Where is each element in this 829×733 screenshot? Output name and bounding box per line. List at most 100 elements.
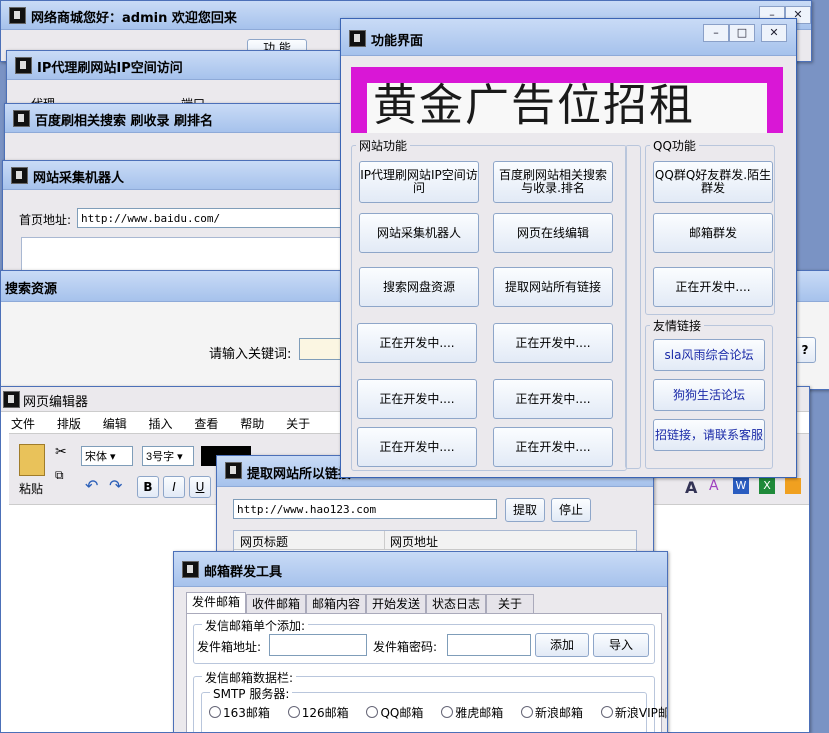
window-title: 功能界面 <box>371 34 424 49</box>
excel-icon[interactable]: X <box>759 478 775 494</box>
url-input[interactable]: http://www.hao123.com <box>233 499 497 519</box>
cut-icon[interactable]: ✂ <box>55 444 67 460</box>
window-func: 功能界面 – □ ✕ 黄金广告位招租 网站功能 IP代理刷网站IP空间访问 百度… <box>340 18 797 478</box>
tab-log[interactable]: 状态日志 <box>426 594 486 614</box>
smtp-option-sina-vip[interactable]: 新浪VIP邮箱 <box>600 706 667 720</box>
link-dog-forum[interactable]: 狗狗生活论坛 <box>653 379 765 411</box>
tab-start[interactable]: 开始发送 <box>366 594 426 614</box>
btn-dev-4[interactable]: 正在开发中.... <box>493 379 613 419</box>
bold-button[interactable]: B <box>137 476 159 498</box>
btn-dev-5[interactable]: 正在开发中.... <box>357 427 477 467</box>
btn-web-editor[interactable]: 网页在线编辑 <box>493 213 613 253</box>
minimize-button[interactable]: – <box>703 24 729 42</box>
smtp-group-title: SMTP 服务器: <box>210 685 293 702</box>
window-title: 网络商城您好：admin 欢迎您回来 <box>31 11 237 26</box>
copy-icon[interactable]: ⧉ <box>55 468 64 483</box>
italic-button[interactable]: I <box>163 476 185 498</box>
smtp-option-yahoo[interactable]: 雅虎邮箱 <box>441 706 503 720</box>
sender-password-input[interactable] <box>447 634 531 656</box>
window-title: 搜索资源 <box>5 282 58 297</box>
tab-receiver[interactable]: 收件邮箱 <box>246 594 306 614</box>
import-button[interactable]: 导入 <box>593 633 649 657</box>
underline-button[interactable]: U <box>189 476 211 498</box>
menu-help[interactable]: 帮助 <box>240 417 264 431</box>
smtp-option-163[interactable]: 163邮箱 <box>209 706 270 720</box>
column-url[interactable]: 网页地址 <box>390 533 438 550</box>
app-icon <box>9 7 26 24</box>
single-add-title: 发信邮箱单个添加: <box>202 617 309 634</box>
maximize-button[interactable]: □ <box>729 24 755 42</box>
qq-function-title: QQ功能 <box>650 137 699 154</box>
home-url-label: 首页地址: <box>19 213 72 227</box>
window-title: 网站采集机器人 <box>33 171 125 186</box>
paste-label: 粘贴 <box>19 482 44 496</box>
menu-format[interactable]: 排版 <box>57 417 81 431</box>
btn-dev-2[interactable]: 正在开发中.... <box>493 323 613 363</box>
tab-panel: 发信邮箱单个添加: 发件箱地址: 发件箱密码: 添加 导入 发信邮箱数据栏: S… <box>186 613 667 732</box>
menu-view[interactable]: 查看 <box>194 417 218 431</box>
stop-button[interactable]: 停止 <box>551 498 591 522</box>
tab-about[interactable]: 关于 <box>486 594 534 614</box>
btn-netdisk-search[interactable]: 搜索网盘资源 <box>359 267 479 307</box>
menu-file[interactable]: 文件 <box>11 417 35 431</box>
titlebar[interactable]: 网站采集机器人 <box>3 161 348 190</box>
art-icon[interactable]: A <box>709 478 719 494</box>
site-function-title: 网站功能 <box>356 137 411 154</box>
btn-crawler[interactable]: 网站采集机器人 <box>359 213 479 253</box>
link-sla-forum[interactable]: sla风雨综合论坛 <box>653 339 765 371</box>
titlebar[interactable]: 百度刷相关搜索 刷收录 刷排名 <box>5 104 345 133</box>
menu-insert[interactable]: 插入 <box>149 417 173 431</box>
sender-address-input[interactable] <box>269 634 367 656</box>
app-icon <box>13 110 30 127</box>
menu-bar: 文件 排版 编辑 插入 查看 帮助 关于 <box>11 415 328 432</box>
btn-qq-group-send[interactable]: QQ群Q好友群发.陌生群发 <box>653 161 773 203</box>
help-button[interactable]: ? <box>794 337 816 363</box>
column-title[interactable]: 网页标题 <box>240 533 288 550</box>
extract-button[interactable]: 提取 <box>505 498 545 522</box>
close-button[interactable]: ✕ <box>761 24 787 42</box>
smtp-option-qq[interactable]: QQ邮箱 <box>366 706 423 720</box>
app-icon <box>3 391 20 408</box>
home-url-input[interactable]: http://www.baidu.com/ <box>77 208 347 228</box>
btn-dev-3[interactable]: 正在开发中.... <box>357 379 477 419</box>
friend-links-title: 友情链接 <box>650 317 705 334</box>
btn-dev-1[interactable]: 正在开发中.... <box>357 323 477 363</box>
data-group-title: 发信邮箱数据栏: <box>202 669 297 686</box>
word-icon[interactable]: W <box>733 478 749 494</box>
font-size-select[interactable]: 3号字 ▾ <box>142 446 194 466</box>
btn-ip-proxy[interactable]: IP代理刷网站IP空间访问 <box>359 161 479 203</box>
link-recruit[interactable]: 招链接，请联系客服 <box>653 419 765 451</box>
titlebar[interactable]: IP代理刷网站IP空间访问 <box>7 51 342 80</box>
tab-sender[interactable]: 发件邮箱 <box>186 592 246 615</box>
btn-baidu-seo[interactable]: 百度刷网站相关搜索与收录.排名 <box>493 161 613 203</box>
window-mail: 邮箱群发工具 发件邮箱 收件邮箱 邮箱内容 开始发送 状态日志 关于 发信邮箱单… <box>173 551 668 733</box>
btn-mail-send[interactable]: 邮箱群发 <box>653 213 773 253</box>
font-name-select[interactable]: 宋体 ▾ <box>81 446 133 466</box>
btn-qq-dev[interactable]: 正在开发中.... <box>653 267 773 307</box>
window-baidu: 百度刷相关搜索 刷收录 刷排名 <box>4 103 346 165</box>
window-crawler: 网站采集机器人 首页地址: http://www.baidu.com/ <box>2 160 349 277</box>
app-icon <box>349 30 366 47</box>
column-divider <box>384 531 385 549</box>
redo-icon[interactable]: ↷ <box>109 476 122 495</box>
keyword-label: 请输入关键词: <box>209 347 292 362</box>
ad-banner[interactable]: 黄金广告位招租 <box>351 67 783 133</box>
add-button[interactable]: 添加 <box>535 633 589 657</box>
menu-about[interactable]: 关于 <box>286 417 310 431</box>
btn-dev-6[interactable]: 正在开发中.... <box>493 427 613 467</box>
btn-extract-links[interactable]: 提取网站所有链接 <box>493 267 613 307</box>
tab-content[interactable]: 邮箱内容 <box>306 594 366 614</box>
menu-edit[interactable]: 编辑 <box>103 417 127 431</box>
window-title: 邮箱群发工具 <box>204 565 283 580</box>
shapes-icon[interactable] <box>785 478 801 494</box>
app-icon <box>11 167 28 184</box>
smtp-option-126[interactable]: 126邮箱 <box>287 706 349 720</box>
undo-icon[interactable]: ↶ <box>85 476 98 495</box>
titlebar[interactable]: 邮箱群发工具 <box>174 552 667 587</box>
paste-icon[interactable] <box>19 444 45 476</box>
smtp-option-sina[interactable]: 新浪邮箱 <box>521 706 583 720</box>
app-icon <box>182 561 199 578</box>
sender-address-label: 发件箱地址: <box>197 640 262 654</box>
font-icon[interactable]: A <box>685 478 697 497</box>
titlebar[interactable]: 功能界面 – □ ✕ <box>341 19 796 56</box>
